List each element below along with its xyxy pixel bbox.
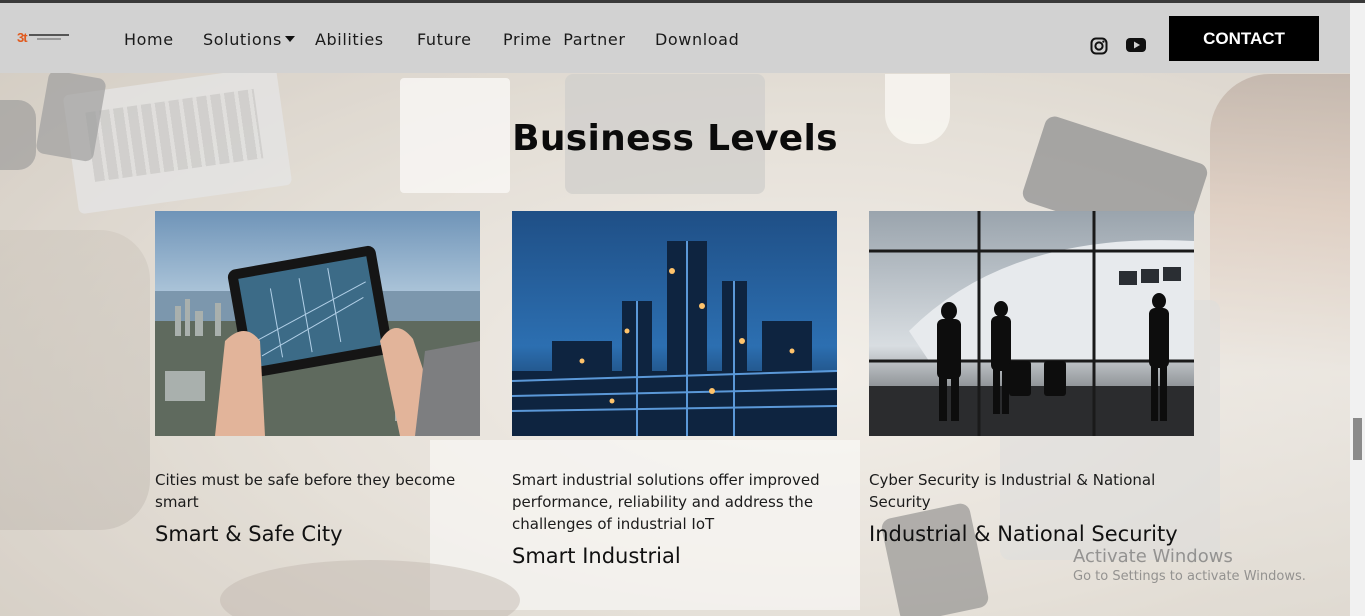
window-top-border — [0, 0, 1365, 3]
card-description: Cyber Security is Industrial & National … — [869, 471, 1156, 511]
business-card-smart-industrial[interactable]: Smart industrial solutions offer improve… — [512, 211, 837, 568]
section-title: Business Levels — [512, 118, 838, 159]
business-card-safe-city[interactable]: Cities must be safe before they become s… — [155, 211, 480, 546]
nav-download[interactable]: Download — [655, 30, 739, 49]
nav-home[interactable]: Home — [124, 30, 174, 49]
refinery-night-image — [512, 211, 837, 436]
nav-solutions[interactable]: Solutions — [203, 30, 295, 49]
company-logo[interactable]: 3t — [17, 30, 69, 45]
nav-abilities[interactable]: Abilities — [315, 30, 384, 49]
card-description: Smart industrial solutions offer improve… — [512, 471, 820, 533]
nav-solutions-label: Solutions — [203, 30, 282, 49]
card-title[interactable]: Smart & Safe City — [155, 522, 495, 546]
card-title[interactable]: Industrial & National Security — [869, 522, 1209, 546]
nav-future[interactable]: Future — [417, 30, 472, 49]
youtube-icon[interactable] — [1126, 37, 1146, 53]
activate-windows-watermark: Activate Windows Go to Settings to activ… — [1073, 546, 1306, 584]
contact-button[interactable]: CONTACT — [1169, 16, 1319, 61]
business-card-national-security[interactable]: Cyber Security is Industrial & National … — [869, 211, 1194, 546]
instagram-icon[interactable] — [1090, 37, 1108, 55]
page-scrollbar[interactable] — [1350, 3, 1365, 616]
watermark-line-2: Go to Settings to activate Windows. — [1073, 569, 1306, 584]
card-description: Cities must be safe before they become s… — [155, 471, 456, 511]
city-tablet-image — [155, 211, 480, 436]
card-title[interactable]: Smart Industrial — [512, 544, 852, 568]
nav-prime-partner[interactable]: Prime Partner — [503, 30, 626, 49]
caret-down-icon — [284, 36, 295, 42]
scrollbar-thumb[interactable] — [1353, 418, 1362, 460]
site-header: 3t Home Solutions Abilities Future Prime… — [0, 3, 1350, 73]
watermark-line-1: Activate Windows — [1073, 546, 1233, 567]
airport-silhouette-image — [869, 211, 1194, 436]
